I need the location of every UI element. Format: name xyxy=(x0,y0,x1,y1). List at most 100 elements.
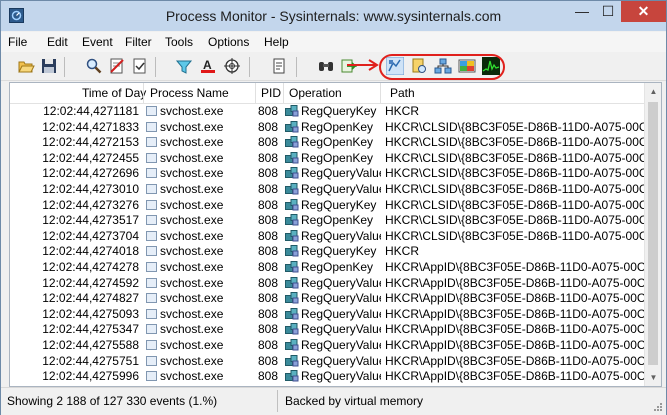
cell-operation: RegQueryKey xyxy=(285,198,381,214)
table-row[interactable]: 12:02:44,4275996 svchost.exe 808 RegQueryVa… xyxy=(10,369,645,385)
cell-operation: RegOpenKey xyxy=(285,135,381,151)
table-row[interactable]: 12:02:44,4273010 svchost.exe 808 RegQueryVa… xyxy=(10,181,645,198)
table-row[interactable]: 12:02:44,4273517 svchost.exe 808 RegOpenKey… xyxy=(10,213,645,229)
cell-pid: 808 xyxy=(257,181,278,196)
cell-path: HKCR\AppID\{8BC3F05E-D86B-11D0-A075-00C0… xyxy=(385,259,645,274)
column-path[interactable]: Path xyxy=(390,86,415,100)
registry-operation-icon xyxy=(285,338,299,351)
cell-path: HKCR\AppID\{8BC3F05E-D86B-11D0-A075-00C0… xyxy=(385,337,645,352)
capture-icon[interactable] xyxy=(108,57,126,75)
table-row[interactable]: 12:02:44,4275093 svchost.exe 808 RegQueryVa… xyxy=(10,306,645,323)
menu-help[interactable]: Help xyxy=(264,35,289,49)
table-row[interactable]: 12:02:44,4271181 svchost.exe 808 RegQueryKe… xyxy=(10,104,644,120)
cell-path: HKCR xyxy=(385,244,420,259)
scrollbar-thumb[interactable] xyxy=(648,102,658,365)
process-icon xyxy=(146,168,157,179)
cell-time: 12:02:44,4273517 xyxy=(42,213,139,228)
cell-time: 12:02:44,4272153 xyxy=(42,135,139,150)
maximize-button[interactable]: ☐ xyxy=(595,1,621,22)
table-row[interactable]: 12:02:44,4272455 svchost.exe 808 RegOpenKey… xyxy=(10,150,645,167)
find-icon[interactable] xyxy=(317,57,335,75)
cell-pid: 808 xyxy=(257,244,278,259)
svg-text:A: A xyxy=(203,58,212,72)
cell-process: svchost.exe xyxy=(146,120,256,136)
process-icon xyxy=(146,106,157,116)
cell-pid: 808 xyxy=(257,150,278,165)
event-rows: 12:02:44,4271181 svchost.exe 808 RegQueryKe… xyxy=(10,104,645,385)
table-row[interactable]: 12:02:44,4272696 svchost.exe 808 RegQueryVa… xyxy=(10,166,645,182)
cell-operation: RegOpenKey xyxy=(285,151,381,167)
toolbar-separator xyxy=(249,57,250,77)
table-row[interactable]: 12:02:44,4274278 svchost.exe 808 RegOpenKey… xyxy=(10,259,645,276)
cell-time: 12:02:44,4274592 xyxy=(42,275,139,290)
column-divider[interactable] xyxy=(380,83,381,103)
column-pid[interactable]: PID xyxy=(261,86,281,100)
table-row[interactable]: 12:02:44,4275588 svchost.exe 808 RegQueryVa… xyxy=(10,337,645,354)
menu-options[interactable]: Options xyxy=(208,35,249,49)
highlight-icon[interactable]: A xyxy=(199,57,217,75)
table-row[interactable]: 12:02:44,4273276 svchost.exe 808 RegQueryKe… xyxy=(10,198,645,214)
table-row[interactable]: 12:02:44,4274018 svchost.exe 808 RegQueryKe… xyxy=(10,244,644,260)
magnifier-icon[interactable] xyxy=(85,57,103,75)
column-divider[interactable] xyxy=(255,83,256,103)
registry-operation-icon xyxy=(285,214,299,226)
process-icon xyxy=(146,339,157,350)
table-row[interactable]: 12:02:44,4272153 svchost.exe 808 RegOpenKey… xyxy=(10,135,645,151)
cell-process-name: svchost.exe xyxy=(160,181,224,196)
cell-process-name: svchost.exe xyxy=(160,259,224,274)
cell-operation: RegOpenKey xyxy=(285,260,381,276)
cell-operation: RegQueryKey xyxy=(285,104,381,120)
column-process-name[interactable]: Process Name xyxy=(150,86,229,100)
column-header: Time of Day Process Name PID Operation P… xyxy=(10,83,644,104)
column-operation[interactable]: Operation xyxy=(289,86,342,100)
vertical-scrollbar[interactable]: ▲ ▼ xyxy=(644,83,661,386)
cell-process: svchost.exe xyxy=(146,260,256,276)
table-row[interactable]: 12:02:44,4274592 svchost.exe 808 RegQueryVa… xyxy=(10,275,645,292)
event-list[interactable]: Time of Day Process Name PID Operation P… xyxy=(9,82,662,387)
open-icon[interactable] xyxy=(17,57,35,75)
menu-event[interactable]: Event xyxy=(82,35,113,49)
cell-process: svchost.exe xyxy=(146,369,256,385)
cell-path: HKCR\CLSID\{8BC3F05E-D86B-11D0-A075-00C0… xyxy=(385,228,645,243)
cell-operation-name: RegQueryValue xyxy=(301,322,381,337)
column-time-of-day[interactable]: Time of Day xyxy=(82,86,146,100)
table-row[interactable]: 12:02:44,4271833 svchost.exe 808 RegOpenKey… xyxy=(10,120,645,136)
table-row[interactable]: 12:02:44,4274827 svchost.exe 808 RegQueryVa… xyxy=(10,291,645,307)
table-row[interactable]: 12:02:44,4273704 svchost.exe 808 RegQueryVa… xyxy=(10,228,645,245)
cell-pid: 808 xyxy=(257,369,278,384)
registry-operation-icon xyxy=(285,167,299,179)
column-divider[interactable] xyxy=(143,83,144,103)
cell-path: HKCR xyxy=(385,104,420,118)
resize-grip-icon[interactable] xyxy=(653,402,663,412)
registry-operation-icon xyxy=(285,151,299,164)
autoscroll-icon[interactable] xyxy=(131,57,149,75)
title-bar[interactable]: Process Monitor - Sysinternals: www.sysi… xyxy=(1,1,666,31)
scroll-down-icon[interactable]: ▼ xyxy=(645,369,661,386)
minimize-button[interactable]: — xyxy=(569,1,595,22)
column-divider[interactable] xyxy=(283,83,284,103)
process-icon xyxy=(146,183,157,194)
toolbar-separator xyxy=(155,57,156,77)
filter-icon[interactable] xyxy=(175,57,193,75)
cell-operation-name: RegQueryValue xyxy=(301,275,381,290)
cell-operation-name: RegQueryValue xyxy=(301,353,381,368)
jump-icon[interactable] xyxy=(270,57,288,75)
cell-process-name: svchost.exe xyxy=(160,213,224,228)
menu-file[interactable]: File xyxy=(8,35,27,49)
cell-pid: 808 xyxy=(257,337,278,352)
menu-filter[interactable]: Filter xyxy=(125,35,152,49)
cell-pid: 808 xyxy=(257,291,278,306)
target-icon[interactable] xyxy=(223,57,241,75)
table-row[interactable]: 12:02:44,4275751 svchost.exe 808 RegQueryVa… xyxy=(10,353,645,370)
scroll-up-icon[interactable]: ▲ xyxy=(645,83,661,100)
cell-process-name: svchost.exe xyxy=(160,306,224,321)
menu-edit[interactable]: Edit xyxy=(47,35,68,49)
table-row[interactable]: 12:02:44,4275347 svchost.exe 808 RegQueryVa… xyxy=(10,322,645,338)
close-button[interactable]: ✕ xyxy=(621,1,666,22)
save-icon[interactable] xyxy=(40,57,58,75)
cell-operation: RegQueryValue xyxy=(285,166,381,182)
menu-tools[interactable]: Tools xyxy=(165,35,193,49)
cell-operation: RegQueryValue xyxy=(285,276,381,292)
cell-operation-name: RegOpenKey xyxy=(301,213,374,228)
memory-status: Backed by virtual memory xyxy=(285,394,424,408)
